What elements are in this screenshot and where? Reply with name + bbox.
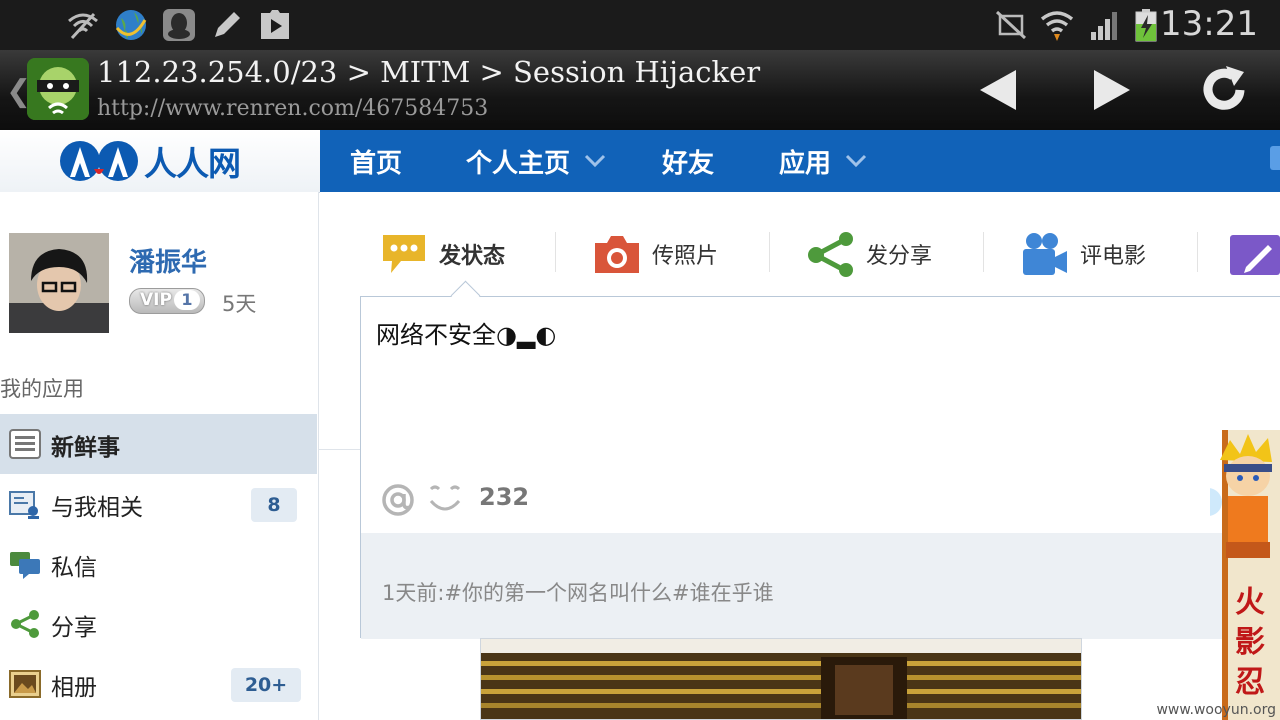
tab-separator bbox=[769, 232, 770, 272]
status-composer[interactable]: 网络不安全◑▂◐ 232 1天前:#你的第一个网名叫什么#谁在乎谁 bbox=[360, 280, 1280, 639]
cell-signal-icon bbox=[1091, 12, 1117, 40]
svg-text:忍: 忍 bbox=[1235, 665, 1265, 700]
movie-camera-icon bbox=[1023, 233, 1067, 275]
tab-upload-photo[interactable]: 传照片 bbox=[592, 230, 718, 278]
sidebar-item-share[interactable]: 分享 bbox=[0, 594, 317, 654]
vip-days: 5天 bbox=[222, 292, 257, 316]
tab-separator bbox=[1197, 232, 1198, 272]
emoticon-icon[interactable] bbox=[427, 483, 463, 517]
feed-photo[interactable] bbox=[480, 638, 1082, 720]
nav-apps[interactable]: 应用 bbox=[779, 130, 867, 192]
remaining-chars-counter: 232 bbox=[479, 483, 530, 511]
nav-home[interactable]: 首页 bbox=[350, 130, 402, 192]
notebook-icon bbox=[1230, 235, 1280, 275]
sidebar-item-label: 新鲜事 bbox=[51, 435, 120, 461]
sidebar-item-label: 与我相关 bbox=[51, 495, 143, 521]
nav-profile[interactable]: 个人主页 bbox=[466, 130, 606, 192]
user-name-link[interactable]: 潘振华 bbox=[129, 242, 207, 279]
speech-bubble-icon bbox=[383, 235, 425, 273]
watermark: www.wooyun.org bbox=[1156, 702, 1276, 718]
refresh-icon[interactable] bbox=[1198, 64, 1250, 116]
nav-home-label: 首页 bbox=[350, 148, 403, 179]
messages-icon bbox=[10, 552, 40, 579]
tab-upload-photo-label: 传照片 bbox=[652, 244, 719, 269]
nav-profile-label: 个人主页 bbox=[466, 148, 571, 179]
sidebar-item-messages[interactable]: 私信 bbox=[0, 534, 317, 594]
nav-overflow-edge bbox=[1270, 146, 1280, 170]
forward-arrow-icon[interactable] bbox=[1086, 64, 1138, 116]
renren-logo-icon bbox=[60, 141, 138, 181]
sidebar-item-albums[interactable]: 相册 20+ bbox=[0, 654, 317, 714]
vip-badge[interactable]: VIP 1 bbox=[129, 288, 205, 314]
status-bar: 13:21 bbox=[0, 0, 1280, 50]
latest-status-text[interactable]: 1天前:#你的第一个网名叫什么#谁在乎谁 bbox=[382, 577, 774, 607]
news-feed-icon bbox=[9, 429, 41, 459]
site-logo-area: 人人网 bbox=[0, 130, 320, 193]
sidebar-item-label: 相册 bbox=[51, 675, 97, 701]
composer-toolbar: 232 bbox=[361, 467, 1280, 533]
tab-more[interactable] bbox=[1228, 230, 1280, 278]
tab-share[interactable]: 发分享 bbox=[806, 230, 932, 278]
chevron-down-icon bbox=[846, 154, 867, 168]
main-nav: 首页 个人主页 好友 应用 bbox=[320, 130, 1280, 192]
my-apps-heading: 我的应用 bbox=[0, 377, 84, 401]
svg-text:影: 影 bbox=[1235, 625, 1265, 660]
naruto-widget-icon[interactable]: 火 影 忍 bbox=[1210, 430, 1280, 720]
tab-share-label: 发分享 bbox=[866, 244, 933, 269]
back-arrow-icon[interactable] bbox=[972, 64, 1024, 116]
browser-globe-icon bbox=[115, 10, 147, 40]
signal-blocked-icon bbox=[995, 10, 1027, 40]
status-textarea[interactable]: 网络不安全◑▂◐ bbox=[376, 315, 556, 350]
sidebar-item-label: 分享 bbox=[51, 615, 97, 641]
video-icon bbox=[261, 10, 289, 39]
app-title-bar: ❮ 112.23.254.0/23 > MITM > Session Hijac… bbox=[0, 50, 1280, 130]
url-text: http://www.renren.com/467584753 bbox=[97, 96, 489, 121]
tab-review-movie[interactable]: 评电影 bbox=[1020, 230, 1146, 278]
share-icon bbox=[808, 232, 853, 277]
sidebar-item-mentions[interactable]: 与我相关 8 bbox=[0, 474, 317, 534]
nav-apps-label: 应用 bbox=[779, 148, 832, 179]
sidebar-item-news-feed[interactable]: 新鲜事 bbox=[0, 414, 317, 474]
sidebar: 潘振华 VIP 1 5天 我的应用 新鲜事 与我相关 8 私信 分享 相册 20… bbox=[0, 192, 319, 720]
mention-at-icon[interactable] bbox=[381, 483, 415, 517]
camera-icon bbox=[595, 236, 639, 273]
clock: 13:21 bbox=[1160, 4, 1258, 44]
tab-post-status-label: 发状态 bbox=[439, 244, 506, 269]
nav-friends-label: 好友 bbox=[662, 148, 715, 179]
logo-text: 人人网 bbox=[144, 144, 241, 183]
mentions-count-badge: 8 bbox=[251, 488, 297, 522]
albums-count-badge: 20+ bbox=[231, 668, 301, 702]
tab-post-status[interactable]: 发状态 bbox=[379, 230, 505, 278]
qq-icon bbox=[163, 9, 195, 41]
mentions-icon bbox=[9, 491, 39, 519]
battery-charging-icon bbox=[1135, 9, 1157, 42]
nav-friends[interactable]: 好友 bbox=[662, 130, 714, 192]
page-title: 112.23.254.0/23 > MITM > Session Hijacke… bbox=[97, 55, 761, 89]
wifi-tether-icon bbox=[68, 12, 98, 40]
divider bbox=[318, 449, 360, 450]
tab-review-movie-label: 评电影 bbox=[1080, 244, 1147, 269]
chevron-down-icon bbox=[584, 154, 606, 168]
sidebar-item-label: 私信 bbox=[51, 555, 97, 581]
avatar[interactable] bbox=[9, 233, 109, 333]
latest-status-bar: 1天前:#你的第一个网名叫什么#谁在乎谁 bbox=[361, 533, 1280, 639]
edit-pencil-icon bbox=[215, 12, 240, 37]
album-icon bbox=[9, 670, 41, 698]
tab-separator bbox=[983, 232, 984, 272]
share-icon bbox=[11, 610, 39, 638]
svg-text:火: 火 bbox=[1235, 585, 1265, 620]
app-logo-icon[interactable] bbox=[27, 58, 89, 120]
wifi-icon bbox=[1040, 11, 1074, 41]
vip-level: 1 bbox=[174, 290, 200, 310]
vip-label: VIP bbox=[140, 290, 172, 310]
tab-separator bbox=[555, 232, 556, 272]
renren-logo[interactable]: 人人网 bbox=[58, 138, 241, 184]
